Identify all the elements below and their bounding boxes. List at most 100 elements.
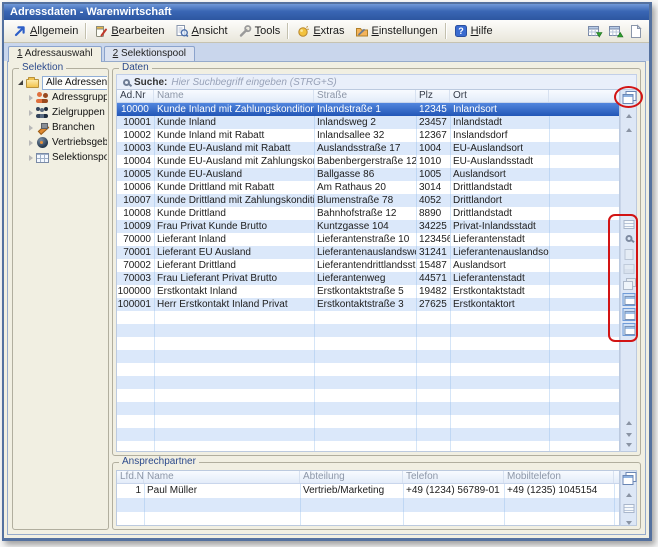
cell-strasse: Bahnhofstraße 12 [314, 207, 416, 220]
cell-plz: 34225 [416, 220, 450, 233]
column-header-name[interactable]: Name [144, 471, 300, 483]
scroll-up-icon[interactable] [626, 114, 632, 118]
collapsed-toggle-icon[interactable] [26, 95, 35, 101]
address-row[interactable]: 10006 Kunde Drittland mit Rabatt Am Rath… [117, 181, 619, 194]
cell-ort: Privat-Inlandsstadt [450, 220, 549, 233]
address-row[interactable]: 10008 Kunde Drittland Bahnhofstraße 12 8… [117, 207, 619, 220]
address-row[interactable]: 70000 Lieferant Inland Lieferantenstraße… [117, 233, 619, 246]
cell-ort: EU-Auslandsort [450, 142, 549, 155]
column-header-mobiltelefon[interactable]: Mobiltelefon [504, 471, 614, 483]
tree-item-branchen[interactable]: Branchen [16, 120, 107, 135]
selektion-groupbox: Selektion Alle Adressen Adressgruppen Zi… [12, 68, 109, 530]
help-icon: ? [454, 24, 468, 38]
scroll-down-icon[interactable] [626, 421, 632, 425]
cell-strasse: Erstkontaktstraße 5 [314, 285, 416, 298]
menu-tools[interactable]: Tools [233, 22, 286, 40]
column-header-plz[interactable]: Plz [416, 90, 450, 102]
scroll-bottom-icon[interactable] [626, 443, 632, 447]
copy-icon[interactable] [623, 278, 635, 289]
address-row[interactable]: 70003 Frau Lieferant Privat Brutto Liefe… [117, 272, 619, 285]
list-view-icon[interactable] [623, 504, 634, 513]
cell-strasse: Inlandsallee 32 [314, 129, 416, 142]
edit-icon [94, 24, 108, 38]
table-view-icon[interactable] [622, 293, 635, 306]
column-header-adnr[interactable]: Ad.Nr [117, 90, 154, 102]
selection-pools-icon [35, 151, 50, 164]
address-row[interactable]: 10001 Kunde Inland Inlandsweg 2 23457 In… [117, 116, 619, 129]
cell-strasse: Lieferantendrittlandsstraße 65 [314, 259, 416, 272]
cell-adnr: 10007 [117, 194, 154, 207]
collapsed-toggle-icon[interactable] [26, 140, 35, 146]
cell-filler [549, 155, 619, 168]
tab-adressauswahl[interactable]: 1 Adressauswahl [8, 46, 102, 62]
address-row[interactable]: 10000 Kunde Inland mit Zahlungskondition… [117, 103, 619, 116]
cell-adnr: 10003 [117, 142, 154, 155]
table-view-icon[interactable] [622, 323, 635, 336]
cell-adnr: 10006 [117, 181, 154, 194]
ansprechpartner-group-label: Ansprechpartner [119, 456, 199, 468]
collapsed-toggle-icon[interactable] [26, 110, 35, 116]
column-header-ort[interactable]: Ort [450, 90, 549, 102]
address-row[interactable]: 10005 Kunde EU-Ausland Ballgasse 86 1005… [117, 168, 619, 181]
tab-selektionspool[interactable]: 2 Selektionspool [104, 46, 195, 61]
menu-allgemein[interactable]: Allgemein [8, 22, 83, 40]
scroll-down-icon[interactable] [626, 433, 632, 437]
collapsed-toggle-icon[interactable] [26, 155, 35, 161]
cell-plz: 1004 [416, 142, 450, 155]
cell-filler [549, 116, 619, 129]
tree-item-vertriebsgebiete[interactable]: Vertriebsgebiete [16, 135, 107, 150]
search-input[interactable] [171, 77, 636, 88]
search-icon[interactable] [625, 235, 632, 242]
menu-hilfe[interactable]: ? Hilfe [449, 22, 498, 40]
export-addresses-icon[interactable] [608, 24, 624, 39]
tree-item-zielgruppen[interactable]: Zielgruppen [16, 105, 107, 120]
contacts-table-body: 1 Paul Müller Vertrieb/Marketing +49 (12… [117, 484, 619, 525]
menu-separator [287, 23, 289, 39]
menu-extras[interactable]: Extras [291, 22, 349, 40]
tree-item-selektionspools[interactable]: Selektionspools [16, 150, 107, 165]
column-header-telefon[interactable]: Telefon [403, 471, 504, 483]
title-bar: Adressdaten - Warenwirtschaft [4, 4, 649, 20]
address-groups-icon [35, 91, 50, 104]
address-row[interactable]: 10002 Kunde Inland mit Rabatt Inlandsall… [117, 129, 619, 142]
address-row[interactable]: 100001 Herr Erstkontakt Inland Privat Er… [117, 298, 619, 311]
column-header-abteilung[interactable]: Abteilung [300, 471, 403, 483]
column-header-name[interactable]: Name [154, 90, 314, 102]
import-addresses-icon[interactable] [587, 24, 603, 39]
table-view-icon[interactable] [622, 308, 635, 321]
new-document-icon[interactable] [629, 24, 642, 39]
sort-icon[interactable] [623, 264, 634, 274]
address-row[interactable]: 100000 Erstkontakt Inland Erstkontaktstr… [117, 285, 619, 298]
menu-einstellungen[interactable]: Einstellungen [350, 22, 443, 40]
scroll-top-icon[interactable] [626, 128, 632, 132]
column-chooser-icon[interactable] [622, 472, 635, 484]
cell-plz: 8890 [416, 207, 450, 220]
menu-bearbeiten[interactable]: Bearbeiten [89, 22, 169, 40]
cell-ort: Erstkontaktort [450, 298, 549, 311]
address-row[interactable]: 10009 Frau Privat Kunde Brutto Kuntzgass… [117, 220, 619, 233]
column-header-lfdnr[interactable]: Lfd.Nr. [117, 471, 144, 483]
tree-item-label: Zielgruppen [52, 107, 105, 118]
scroll-down-icon[interactable] [626, 521, 632, 525]
tree-item-label: Alle Adressen [42, 76, 107, 90]
scroll-up-icon[interactable] [626, 493, 632, 497]
address-row[interactable]: 70002 Lieferant Drittland Lieferantendri… [117, 259, 619, 272]
list-view-icon[interactable] [623, 220, 634, 229]
cell-name: Frau Privat Kunde Brutto [154, 220, 314, 233]
menu-ansicht[interactable]: Ansicht [170, 22, 233, 40]
collapsed-toggle-icon[interactable] [26, 125, 35, 131]
address-row[interactable]: 10003 Kunde EU-Ausland mit Rabatt Auslan… [117, 142, 619, 155]
address-row[interactable]: 70001 Lieferant EU Ausland Lieferantenau… [117, 246, 619, 259]
address-row[interactable]: 10007 Kunde Drittland mit Zahlungskondit… [117, 194, 619, 207]
contact-row[interactable]: 1 Paul Müller Vertrieb/Marketing +49 (12… [117, 484, 619, 498]
address-row[interactable]: 10004 Kunde EU-Ausland mit Zahlungskondi… [117, 155, 619, 168]
expanded-toggle-icon[interactable] [16, 80, 25, 85]
document-icon[interactable] [624, 249, 633, 260]
column-chooser-icon[interactable] [622, 91, 635, 103]
tree-item-alle-adressen[interactable]: Alle Adressen [16, 75, 107, 90]
cell-filler [549, 142, 619, 155]
column-header-strasse[interactable]: Straße [314, 90, 416, 102]
cell-strasse: Lieferantenauslandsweg 2 [314, 246, 416, 259]
tree-item-adressgruppen[interactable]: Adressgruppen [16, 90, 107, 105]
cell-name: Kunde Drittland mit Zahlungskonditionen [154, 194, 314, 207]
